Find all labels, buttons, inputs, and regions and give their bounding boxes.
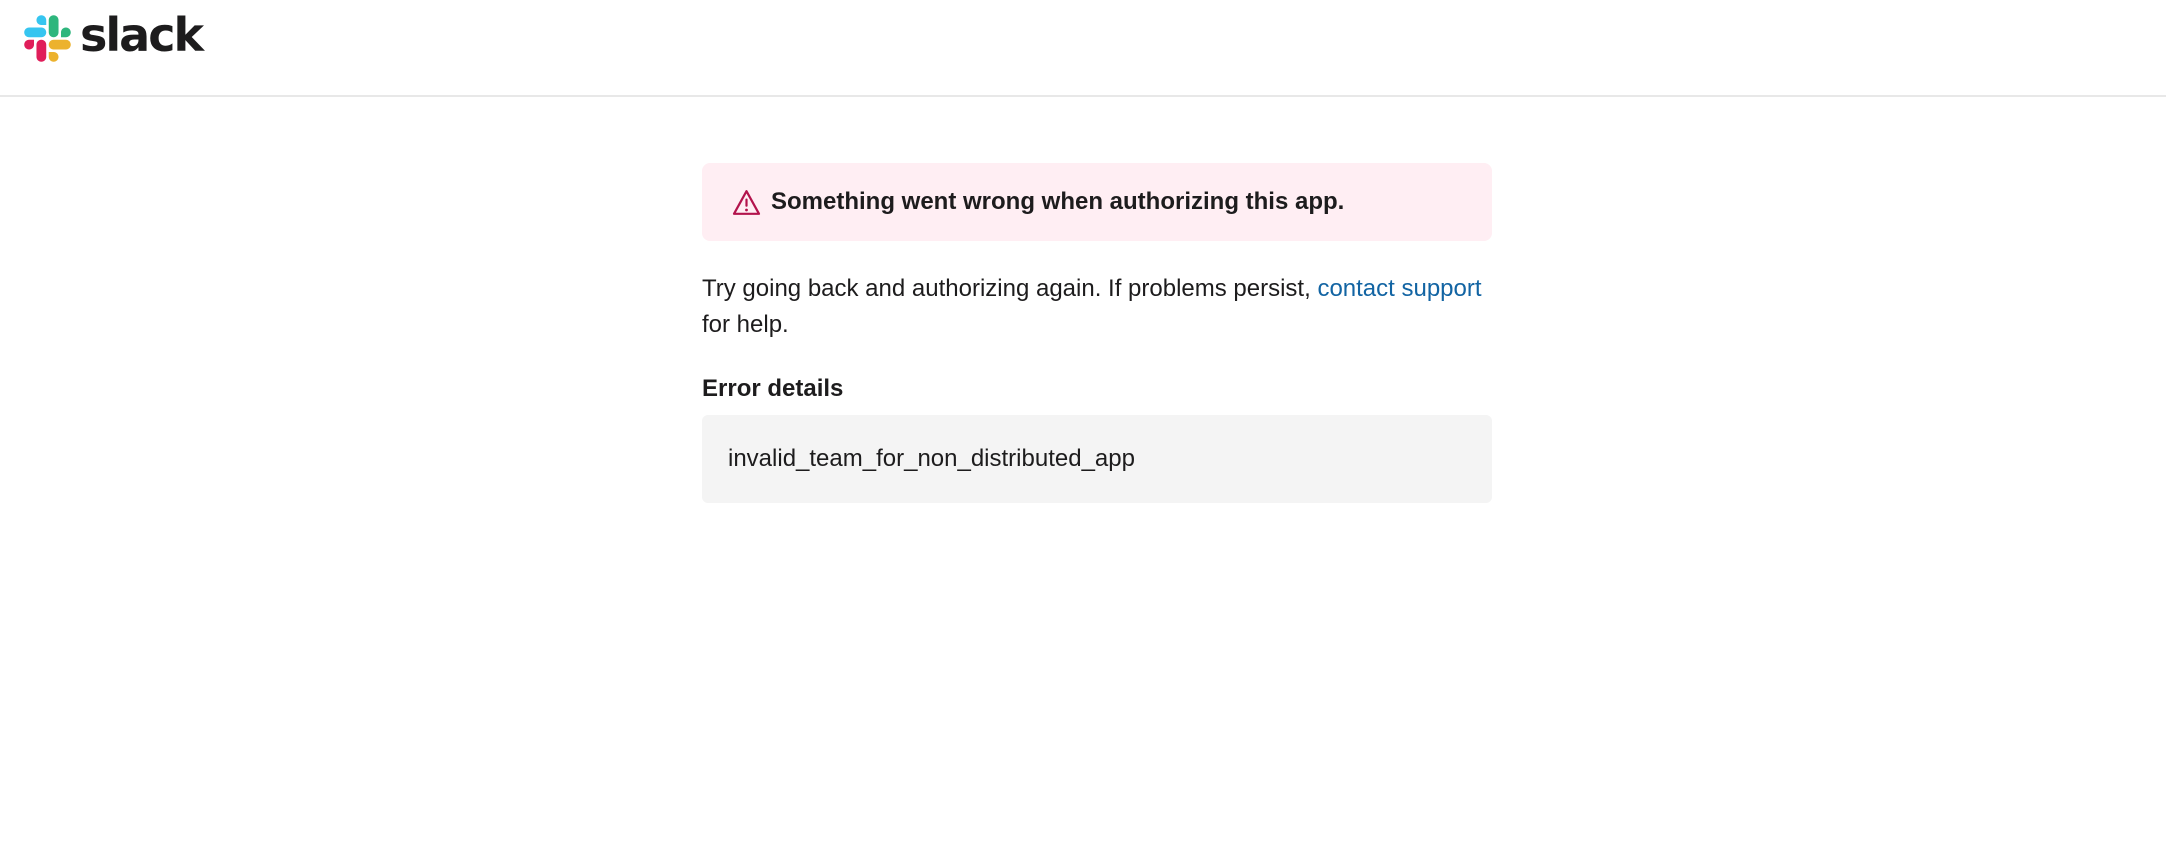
error-code-box: invalid_team_for_non_distributed_app (702, 415, 1492, 503)
top-bar: slack (0, 0, 2166, 97)
slack-logo-link[interactable]: slack (24, 7, 204, 62)
slack-logo-icon (24, 15, 71, 62)
help-message-suffix: for help. (702, 311, 789, 338)
slack-wordmark: slack (80, 7, 204, 62)
error-code: invalid_team_for_non_distributed_app (728, 445, 1135, 472)
contact-support-link[interactable]: contact support (1317, 275, 1481, 302)
error-details-heading: Error details (702, 375, 844, 402)
error-alert: Something went wrong when authorizing th… (702, 163, 1492, 241)
help-message: Try going back and authorizing again. If… (702, 271, 1492, 343)
help-message-text: Try going back and authorizing again. If… (702, 275, 1318, 302)
alert-message: Something went wrong when authorizing th… (771, 188, 1345, 215)
main-content: Something went wrong when authorizing th… (702, 163, 1492, 503)
warning-icon (732, 189, 761, 215)
